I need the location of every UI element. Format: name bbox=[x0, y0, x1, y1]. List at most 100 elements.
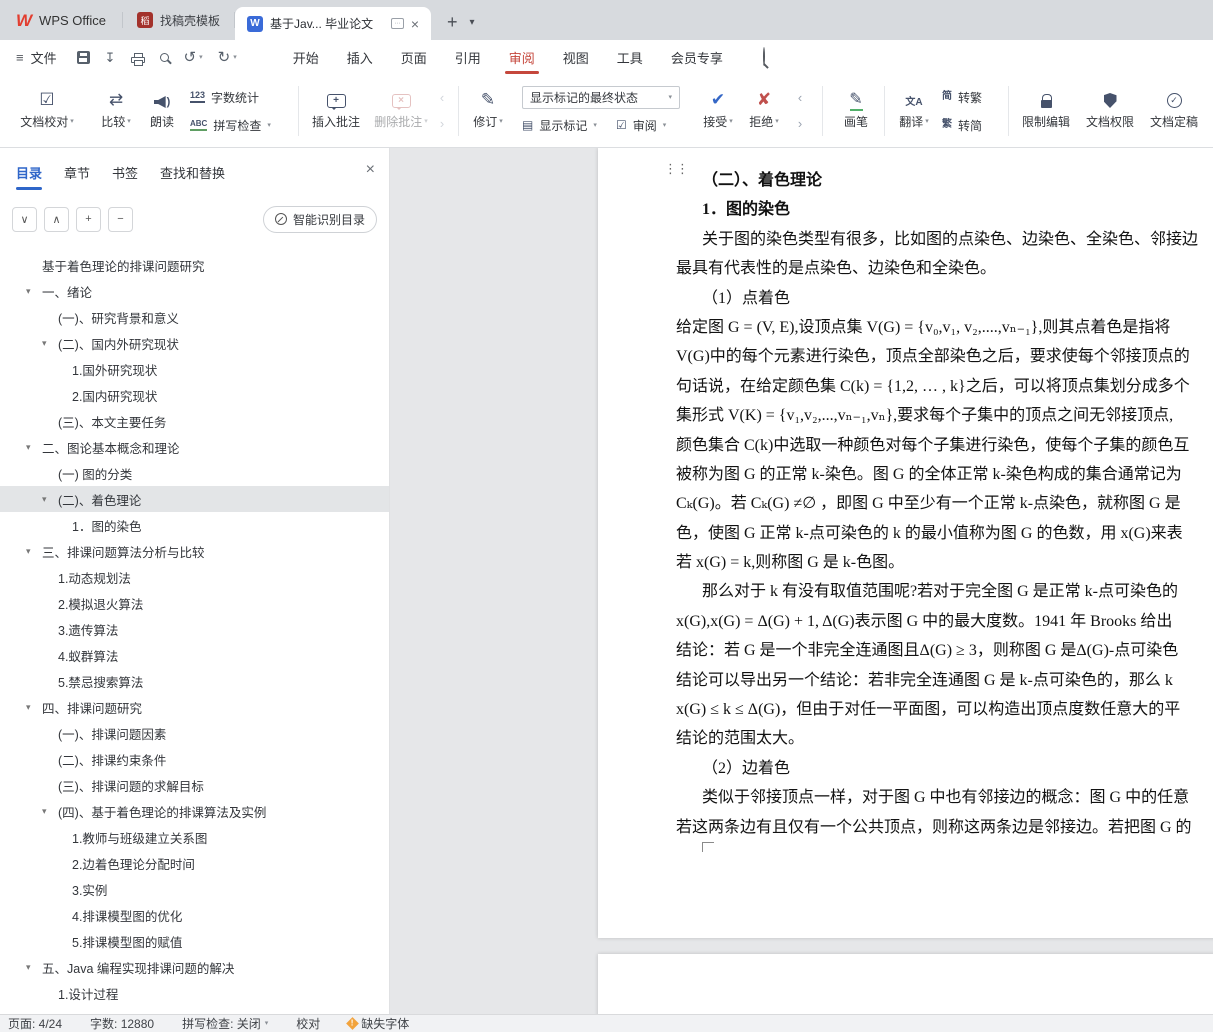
menu-item[interactable]: 会员专享 bbox=[657, 40, 737, 74]
toc-item[interactable]: ▾ 3.实例 bbox=[0, 876, 389, 902]
document-area[interactable]: ⋮⋮ （二）、着色理论 1．图的染色 关于图的染色类型有很多，比如图的点染色、边染色… bbox=[391, 148, 1213, 1014]
markup-state-select[interactable]: 显示标记的最终状态 ▾ bbox=[522, 86, 680, 109]
menu-item[interactable]: 视图 bbox=[549, 40, 603, 74]
toc-item[interactable]: ▾ (三)、本文主要任务 bbox=[0, 408, 389, 434]
next-change-button[interactable]: › bbox=[790, 113, 810, 133]
toc-item[interactable]: ▾ 1.国外研究现状 bbox=[0, 356, 389, 382]
toc-item[interactable]: ▾ 1．图的染色 bbox=[0, 512, 389, 538]
print-button[interactable] bbox=[130, 52, 145, 66]
menu-item[interactable]: 插入 bbox=[333, 40, 387, 74]
toc-item[interactable]: ▾ 1.设计过程 bbox=[0, 980, 389, 1006]
smart-toc-button[interactable]: 智能识别目录 bbox=[262, 205, 377, 233]
export-pdf-button[interactable]: ↧ bbox=[105, 51, 116, 64]
toc-expand-arrow-icon[interactable]: ▾ bbox=[26, 962, 42, 973]
toc-item[interactable]: ▾ (一)、排课问题因素 bbox=[0, 720, 389, 746]
toc-expand-arrow-icon[interactable]: ▾ bbox=[42, 338, 58, 349]
sidebar-tab[interactable]: 查找和替换 bbox=[160, 148, 225, 196]
print-preview-button[interactable] bbox=[159, 52, 169, 62]
toc-item[interactable]: ▾ 4.蚁群算法 bbox=[0, 642, 389, 668]
toc-expand-arrow-icon[interactable]: ▾ bbox=[42, 494, 58, 505]
doc-finalize-button[interactable]: ✓ 文档定稿 bbox=[1144, 83, 1204, 130]
document-page-next[interactable] bbox=[598, 954, 1213, 1014]
close-tab-icon[interactable]: × bbox=[411, 17, 419, 31]
toc-expand-all-button[interactable]: ∧ bbox=[44, 206, 69, 232]
document-page[interactable]: ⋮⋮ （二）、着色理论 1．图的染色 关于图的染色类型有很多，比如图的点染色、边染色… bbox=[598, 148, 1213, 938]
menu-item[interactable]: 开始 bbox=[279, 40, 333, 74]
menu-item[interactable]: 审阅 bbox=[495, 40, 549, 74]
toc-item[interactable]: ▾ 1.动态规划法 bbox=[0, 564, 389, 590]
home-tab[interactable]: W WPS Office bbox=[0, 0, 122, 40]
spell-check-button[interactable]: ABC 拼写检查 ▾ bbox=[190, 114, 271, 136]
toc-zoom-out-button[interactable]: − bbox=[108, 206, 133, 232]
toc-item[interactable]: ▾ 5.禁忌搜索算法 bbox=[0, 668, 389, 694]
search-button[interactable] bbox=[762, 47, 765, 66]
sidebar-tab[interactable]: 目录 bbox=[16, 148, 43, 196]
toc-item[interactable]: ▾ 2.国内研究现状 bbox=[0, 382, 389, 408]
tab-template-doc[interactable]: 稻 找稿壳模板 bbox=[123, 0, 234, 40]
toc-collapse-all-button[interactable]: ∨ bbox=[12, 206, 37, 232]
toc-item[interactable]: ▾ 3.遗传算法 bbox=[0, 616, 389, 642]
toc-item[interactable]: ▾ 基于着色理论的排课问题研究 bbox=[0, 252, 389, 278]
insert-comment-button[interactable]: + 插入批注 bbox=[306, 83, 366, 130]
toc-expand-arrow-icon[interactable]: ▾ bbox=[26, 442, 42, 453]
toc-item[interactable]: ▾ 4.排课模型图的优化 bbox=[0, 902, 389, 928]
proofread-button[interactable]: ☑ 文档校对 ▾ bbox=[14, 83, 80, 130]
save-button[interactable] bbox=[76, 50, 90, 64]
previous-comment-button[interactable]: ‹ bbox=[432, 87, 452, 107]
toc-expand-arrow-icon[interactable]: ▾ bbox=[26, 702, 42, 713]
page-indicator[interactable]: 页面: 4/24 bbox=[8, 1015, 62, 1032]
toc-item[interactable]: ▾ 二、图论基本概念和理论 bbox=[0, 434, 389, 460]
toc-item[interactable]: ▾ (二)、着色理论 bbox=[0, 486, 389, 512]
toc-item[interactable]: ▾ 2.效果截图 bbox=[0, 1006, 389, 1015]
menu-item[interactable]: 页面 bbox=[387, 40, 441, 74]
toc-item[interactable]: ▾ 2.边着色理论分配时间 bbox=[0, 850, 389, 876]
comment-bubble-icon[interactable]: ⋯ bbox=[390, 18, 404, 29]
translate-button[interactable]: 文A 翻译 ▾ bbox=[892, 83, 936, 130]
undo-button[interactable]: ↺ ▾ bbox=[184, 50, 203, 65]
word-count-indicator[interactable]: 字数: 12880 bbox=[90, 1015, 154, 1032]
toc-expand-arrow-icon[interactable]: ▾ bbox=[26, 546, 42, 557]
toc-item[interactable]: ▾ (二)、国内外研究现状 bbox=[0, 330, 389, 356]
delete-comment-button[interactable]: × 删除批注 ▾ bbox=[368, 83, 434, 130]
toc-item[interactable]: ▾ (一)、研究背景和意义 bbox=[0, 304, 389, 330]
doc-permission-button[interactable]: 文档权限 bbox=[1080, 83, 1140, 130]
toc-expand-arrow-icon[interactable]: ▾ bbox=[42, 806, 58, 817]
redo-button[interactable]: ↻ ▾ bbox=[218, 50, 237, 65]
sidebar-close-icon[interactable]: × bbox=[366, 161, 375, 179]
read-aloud-button[interactable]: ) 朗读 bbox=[142, 83, 182, 130]
toc-item[interactable]: ▾ (四)、基于着色理论的排课算法及实例 bbox=[0, 798, 389, 824]
compare-button[interactable]: ⇄ 比较 ▾ bbox=[94, 83, 138, 130]
word-count-button[interactable]: 123 字数统计 bbox=[190, 86, 259, 108]
to-simplified-button[interactable]: 繁 转简 bbox=[942, 114, 982, 136]
restrict-editing-button[interactable]: 限制编辑 bbox=[1016, 83, 1076, 130]
toc-item[interactable]: ▾ 三、排课问题算法分析与比较 bbox=[0, 538, 389, 564]
toc-zoom-in-button[interactable]: + bbox=[76, 206, 101, 232]
toc-item[interactable]: ▾ (三)、排课问题的求解目标 bbox=[0, 772, 389, 798]
sidebar-tab[interactable]: 书签 bbox=[112, 148, 138, 196]
toc-item[interactable]: ▾ (一) 图的分类 bbox=[0, 460, 389, 486]
review-pane-button[interactable]: ☑ 审阅 ▾ bbox=[616, 114, 666, 136]
track-changes-button[interactable]: ✎ 修订 ▾ bbox=[466, 83, 510, 130]
toc-item[interactable]: ▾ 1.教师与班级建立关系图 bbox=[0, 824, 389, 850]
menu-item[interactable]: 工具 bbox=[603, 40, 657, 74]
new-tab-dropdown-icon[interactable]: ▾ bbox=[470, 17, 475, 28]
toc-expand-arrow-icon[interactable]: ▾ bbox=[26, 286, 42, 297]
to-traditional-button[interactable]: 简 转繁 bbox=[942, 86, 982, 108]
reject-change-button[interactable]: ✘ 拒绝 ▾ bbox=[742, 83, 786, 130]
toc-item[interactable]: ▾ 五、Java 编程实现排课问题的解决 bbox=[0, 954, 389, 980]
previous-change-button[interactable]: ‹ bbox=[790, 87, 810, 107]
toc-item[interactable]: ▾ (二)、排课约束条件 bbox=[0, 746, 389, 772]
next-comment-button[interactable]: › bbox=[432, 113, 452, 133]
toc-item[interactable]: ▾ 四、排课问题研究 bbox=[0, 694, 389, 720]
toc-item[interactable]: ▾ 2.模拟退火算法 bbox=[0, 590, 389, 616]
toc-item[interactable]: ▾ 5.排课模型图的赋值 bbox=[0, 928, 389, 954]
show-markup-button[interactable]: ▤ 显示标记 ▾ bbox=[522, 114, 597, 136]
ink-pen-button[interactable]: ✎ 画笔 bbox=[834, 83, 878, 130]
new-tab-button[interactable]: + bbox=[447, 13, 458, 31]
accept-change-button[interactable]: ✔ 接受 ▾ bbox=[696, 83, 740, 130]
missing-fonts-warning[interactable]: ! 缺失字体 bbox=[346, 1015, 409, 1032]
proofread-indicator[interactable]: 校对 bbox=[296, 1015, 320, 1032]
toc-item[interactable]: ▾ 一、绪论 bbox=[0, 278, 389, 304]
menu-item[interactable]: 引用 bbox=[441, 40, 495, 74]
spellcheck-indicator[interactable]: 拼写检查: 关闭 ▾ bbox=[182, 1015, 268, 1032]
